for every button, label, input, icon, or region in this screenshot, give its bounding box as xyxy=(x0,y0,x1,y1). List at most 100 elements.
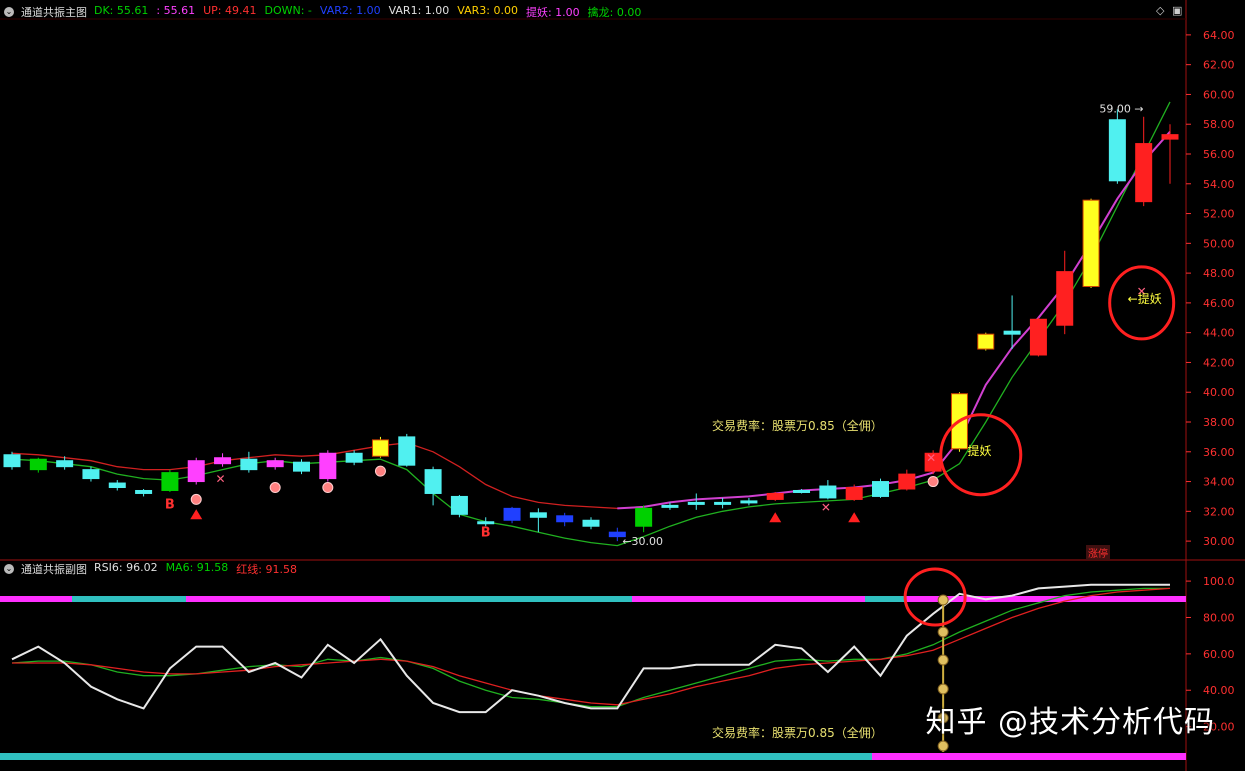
candle-body xyxy=(687,501,705,505)
rsi6-line xyxy=(11,583,1170,714)
up-triangle-icon xyxy=(190,509,203,520)
fee-rate-note-sub: 交易费率：股票万0.85（全佣） xyxy=(712,726,883,740)
candle-body xyxy=(845,487,863,500)
signal-coin-icon xyxy=(937,683,949,695)
signal-face-icon xyxy=(269,482,281,494)
ma6-line xyxy=(11,587,1170,708)
rsi-tick-label: 80.00 xyxy=(1203,611,1235,624)
price-tick-label: 62.00 xyxy=(1203,59,1235,72)
candle-body xyxy=(345,452,363,463)
price-tick-label: 32.00 xyxy=(1203,505,1235,518)
candle-body xyxy=(1003,330,1021,335)
up-triangle-icon xyxy=(848,512,861,523)
candle-body xyxy=(1161,134,1179,140)
limit-up-tag: 涨停 xyxy=(1086,545,1110,560)
buy-signal-marker: B xyxy=(481,526,491,541)
price-tick-label: 50.00 xyxy=(1203,237,1235,250)
main-indicator-title: 通道共振主图 xyxy=(21,6,87,19)
rsi-tick-label: 100.0 xyxy=(1203,575,1235,588)
candle-body xyxy=(108,482,126,489)
collapse-icon[interactable]: ⌄ xyxy=(4,7,14,17)
candle-body xyxy=(819,485,837,499)
candle-body xyxy=(187,460,205,483)
rsi-tick-label: 60.00 xyxy=(1203,648,1235,661)
rsi-band-bottom-magenta xyxy=(872,753,1186,760)
lower-channel-line xyxy=(11,101,1171,547)
candle-body xyxy=(450,495,468,515)
candle-body xyxy=(714,501,732,505)
candle-body xyxy=(319,452,337,480)
price-tick-label: 58.00 xyxy=(1203,118,1235,131)
diamond-icon[interactable]: ◇ xyxy=(1156,4,1164,17)
candle-body xyxy=(477,521,495,525)
signal-coin-icon xyxy=(937,626,949,638)
main-indicator-value-7: 提妖: 1.00 xyxy=(525,6,580,19)
candle-body xyxy=(214,457,232,465)
stock-chart-window: 64.00 62.00 60.00 58.00 56.00 54.00 52.00 50.00… xyxy=(0,0,1245,771)
butterfly-icon: ✕ xyxy=(821,500,831,514)
candle-body xyxy=(766,492,784,500)
price-tick-label: 48.00 xyxy=(1203,267,1235,280)
candle-body xyxy=(1029,318,1047,356)
candle-body xyxy=(635,507,653,527)
candle-body xyxy=(740,500,758,504)
candle-body xyxy=(1108,119,1126,182)
sub-indicator-header: ⌄ 通道共振副图 RSI6: 96.02 MA6: 91.58 红线: 91.58 xyxy=(0,560,297,578)
main-indicator-value-6: VAR3: 0.00 xyxy=(457,4,518,17)
rsi-tick-label: 40.00 xyxy=(1203,684,1235,697)
candle-body xyxy=(872,481,889,497)
sub-indicator-title: 通道共振副图 xyxy=(21,563,87,576)
signal-coin-icon xyxy=(937,594,949,606)
main-indicator-value-4: VAR2: 1.00 xyxy=(319,4,381,17)
candle-body xyxy=(29,458,47,471)
candle-body xyxy=(82,469,100,480)
candle-body xyxy=(56,460,74,468)
window-toggle-icon[interactable]: ▣ xyxy=(1172,4,1182,17)
sub-indicator-value-0: RSI6: 96.02 xyxy=(94,561,158,574)
butterfly-icon: ✕ xyxy=(216,472,226,486)
sub-indicator-values: RSI6: 96.02 MA6: 91.58 红线: 91.58 xyxy=(94,561,297,577)
price-tick-label: 60.00 xyxy=(1203,88,1235,101)
candle-body xyxy=(503,507,521,521)
tiyao-arrow-label: ←提妖 xyxy=(1128,291,1162,306)
signal-face-icon xyxy=(190,493,202,505)
candle-body xyxy=(240,458,258,471)
main-indicator-header: ⌄ 通道共振主图 DK: 55.61: 55.61 UP: 49.41 DOWN: … xyxy=(0,3,641,21)
price-tick-label: 40.00 xyxy=(1203,386,1235,399)
main-indicator-value-3: DOWN: - xyxy=(264,4,312,17)
butterfly-icon: ✕ xyxy=(926,451,936,465)
main-indicator-value-2: UP: 49.41 xyxy=(203,4,257,17)
signal-face-icon xyxy=(374,465,386,477)
candle-body xyxy=(582,519,600,527)
candle-body xyxy=(1135,143,1153,203)
candle-body xyxy=(898,473,916,490)
signal-coin-icon xyxy=(937,740,949,752)
sub-indicator-value-1: MA6: 91.58 xyxy=(165,561,229,574)
price-tick-label: 34.00 xyxy=(1203,476,1235,489)
chart-canvas[interactable]: 64.00 62.00 60.00 58.00 56.00 54.00 52.00 50.00… xyxy=(0,0,1245,771)
up-triangle-icon xyxy=(769,512,782,523)
high-price-label: 59.00 → xyxy=(1099,102,1143,115)
signal-face-icon xyxy=(927,476,939,488)
price-tick-label: 64.00 xyxy=(1203,29,1235,42)
price-tick-label: 56.00 xyxy=(1203,148,1235,161)
signal-coin-icon xyxy=(937,654,949,666)
price-tick-label: 44.00 xyxy=(1203,327,1235,340)
main-indicator-values: DK: 55.61: 55.61 UP: 49.41 DOWN: - VAR2: 1.… xyxy=(94,4,641,20)
tiyao-signal-label: 提妖 xyxy=(967,443,991,458)
sub-indicator-value-2: 红线: 91.58 xyxy=(236,563,297,576)
candle-body xyxy=(135,489,153,494)
candle-body xyxy=(793,489,811,493)
main-indicator-value-5: VAR1: 1.00 xyxy=(388,4,450,17)
candle-body xyxy=(977,333,995,350)
candle-body xyxy=(266,460,284,468)
price-tick-label: 46.00 xyxy=(1203,297,1235,310)
price-tick-label: 38.00 xyxy=(1203,416,1235,429)
price-tick-label: 54.00 xyxy=(1203,178,1235,191)
collapse-sub-icon[interactable]: ⌄ xyxy=(4,564,14,574)
rsi-band-cyan xyxy=(865,596,905,602)
candle-body xyxy=(293,461,310,472)
candle-body xyxy=(161,472,179,491)
price-tick-label: 36.00 xyxy=(1203,446,1235,459)
price-tick-label: 30.00 xyxy=(1203,535,1235,548)
